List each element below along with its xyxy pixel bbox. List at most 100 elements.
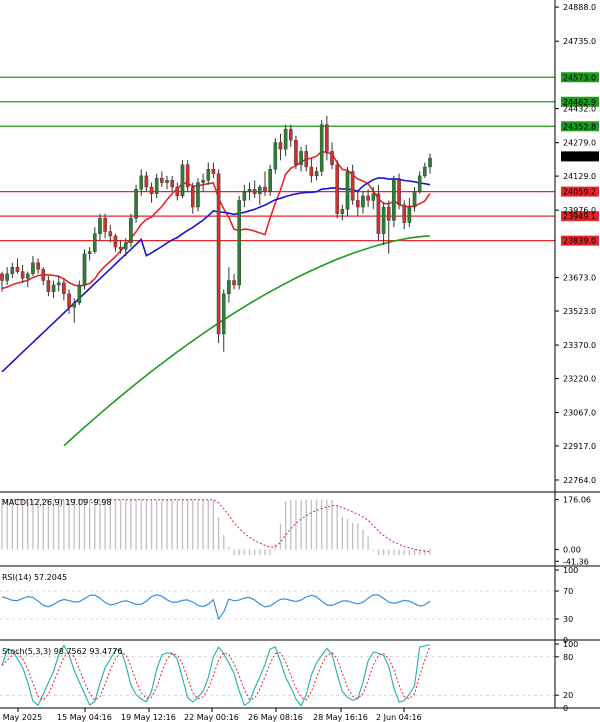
- candle-body: [41, 269, 46, 281]
- candle-body: [56, 282, 61, 286]
- macd-title: MACD(12,26,9) 19.09 -9.98: [2, 498, 111, 507]
- moving-averages: [1, 150, 431, 447]
- macd-tick-label: 0.00: [563, 546, 581, 555]
- candle-body: [149, 186, 154, 194]
- candle-body: [113, 235, 118, 248]
- candle-body: [361, 195, 365, 208]
- candle-body: [180, 164, 185, 197]
- price-tick-label: 23673.0: [563, 274, 596, 283]
- time-tick-label: 22 May 00:16: [184, 713, 239, 722]
- candle-body: [273, 142, 278, 170]
- candle-body: [201, 180, 205, 183]
- candle-body: [417, 175, 422, 192]
- rsi-axis: 10070300: [555, 566, 578, 645]
- candle-body: [175, 186, 180, 197]
- stoch-axis: 10080200: [555, 640, 578, 713]
- candle-body: [144, 175, 149, 188]
- price-tick-label: 23523.0: [563, 307, 596, 316]
- candle-body: [407, 206, 412, 223]
- rsi-tick-label: 100: [563, 566, 578, 575]
- macd-axis: 176.06 0.00 -41.36: [555, 496, 591, 566]
- candle-body: [314, 171, 319, 177]
- candle-body: [252, 189, 257, 194]
- candle-body: [386, 206, 391, 221]
- candle-body: [190, 186, 195, 208]
- candle-body: [31, 262, 35, 275]
- candle-body: [371, 193, 376, 201]
- candle-body: [330, 151, 334, 165]
- price-tick-label: 24279.0: [563, 139, 596, 148]
- price-tick-label: 23220.0: [563, 374, 596, 383]
- candle-body: [170, 180, 174, 188]
- price-tick-label: 23067.0: [563, 409, 596, 418]
- price-tick-label: 23370.0: [563, 341, 596, 350]
- price-tick-label: 22764.0: [563, 476, 596, 485]
- candle-body: [154, 177, 159, 194]
- main-price-panel: 24573.024462.924352.824059.223949.123839…: [0, 3, 599, 485]
- price-axis: 24573.024462.924352.824059.223949.123839…: [555, 3, 599, 485]
- price-tick-label: 23976.0: [563, 206, 596, 215]
- stoch-title: Stoch(5,3,3) 98.7562 93.4776: [2, 647, 122, 656]
- ma-fast-line: [1, 150, 431, 290]
- candle-body: [51, 284, 56, 292]
- candle-body: [160, 177, 164, 183]
- candle-body: [227, 280, 231, 295]
- candle-body: [185, 164, 190, 188]
- candle-body: [356, 200, 360, 208]
- level-label: 24573.0: [563, 73, 596, 82]
- candle-body: [376, 193, 381, 234]
- rsi-title: RSI(14) 57.2045: [2, 573, 67, 582]
- candle-body: [87, 251, 92, 254]
- candle-body: [412, 191, 417, 208]
- candle-body: [36, 262, 40, 270]
- candle-body: [118, 246, 123, 250]
- time-tick-label: 28 May 16:16: [313, 713, 368, 722]
- candle-body: [288, 128, 293, 141]
- candle-body: [350, 171, 355, 201]
- rsi-tick-label: 70: [563, 587, 573, 596]
- candle-body: [67, 293, 71, 308]
- candle-body: [0, 273, 4, 281]
- stoch-tick-label: 80: [563, 653, 573, 662]
- candle-body: [263, 186, 267, 192]
- stoch-panel: Stoch(5,3,3) 98.7562 93.4776 10080200: [0, 640, 578, 713]
- candle-body: [93, 233, 97, 252]
- price-tick-label: 24735.0: [563, 37, 596, 46]
- level-label: 23839.0: [563, 237, 596, 246]
- candle-body: [345, 171, 350, 210]
- rsi-line: [1, 594, 431, 621]
- candle-body: [62, 282, 66, 295]
- candle-body: [304, 151, 309, 168]
- candle-body: [211, 168, 216, 174]
- candle-body: [258, 186, 262, 194]
- stoch-tick-label: 20: [563, 691, 573, 700]
- candle-body: [123, 242, 128, 250]
- candle-body: [221, 293, 226, 335]
- candle-body: [283, 128, 288, 150]
- price-tick-label: 24432.0: [563, 105, 596, 114]
- price-tick-label: 24129.0: [563, 172, 596, 181]
- macd-tick-label: 176.06: [563, 496, 591, 505]
- time-tick-label: 19 May 12:16: [121, 713, 176, 722]
- candle-body: [108, 231, 113, 237]
- candles: [0, 115, 432, 352]
- candle-body: [325, 124, 329, 152]
- rsi-tick-label: 30: [563, 615, 573, 624]
- candle-body: [165, 180, 169, 183]
- candle-body: [10, 266, 15, 275]
- candle-body: [319, 124, 324, 172]
- price-tick-label: 24888.0: [563, 3, 596, 12]
- candle-body: [103, 217, 107, 232]
- level-label: 24059.2: [563, 188, 596, 197]
- stoch-tick-label: 100: [563, 640, 578, 649]
- candle-body: [428, 157, 432, 168]
- macd-signal-line: [2, 499, 431, 553]
- candle-body: [134, 189, 138, 219]
- candle-body: [299, 151, 303, 165]
- candle-body: [294, 140, 298, 165]
- time-tick-label: 2 Jun 04:16: [376, 713, 422, 722]
- macd-plot: [1, 499, 431, 556]
- price-tick-label: 22917.0: [563, 442, 596, 451]
- candle-body: [278, 142, 283, 150]
- panel-frames: [0, 0, 600, 709]
